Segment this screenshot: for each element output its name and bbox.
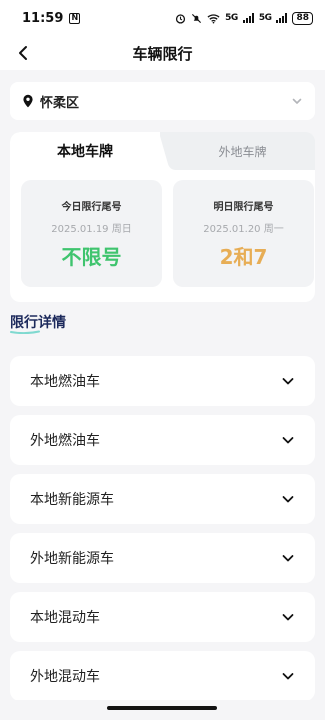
chevron-down-icon	[282, 673, 294, 680]
tomorrow-date: 2025.01.20 周一	[203, 224, 284, 235]
district-name: 怀柔区	[40, 95, 80, 111]
back-button[interactable]	[10, 40, 36, 66]
detail-item-foreign-ev[interactable]: 外地新能源车	[10, 533, 315, 583]
details-section-title: 限行详情	[10, 315, 66, 331]
home-indicator[interactable]	[107, 706, 217, 710]
location-pin-icon	[23, 94, 33, 108]
page-title: 车辆限行	[132, 44, 193, 63]
detail-item-label: 本地混动车	[30, 610, 100, 626]
signal-5g-label-1: 5G	[225, 13, 238, 23]
detail-item-label: 外地新能源车	[30, 551, 114, 567]
plate-body: 今日限行尾号 2025.01.19 周日 不限号 明日限行尾号 2025.01.…	[10, 170, 315, 302]
signal-bars-icon	[276, 13, 288, 23]
chevron-down-icon	[292, 98, 302, 104]
today-label: 今日限行尾号	[61, 202, 122, 213]
chevron-down-icon	[282, 437, 294, 444]
signal-5g-label-2: 5G	[258, 13, 272, 23]
today-value: 不限号	[61, 245, 122, 269]
tab-local-plate[interactable]: 本地车牌	[10, 132, 160, 170]
chevron-down-icon	[282, 378, 294, 385]
chevron-down-icon	[282, 555, 294, 562]
tomorrow-label: 明日限行尾号	[213, 202, 274, 213]
battery-icon: 88	[292, 11, 313, 25]
alarm-icon	[176, 13, 186, 24]
detail-item-label: 外地混动车	[30, 669, 100, 685]
tab-foreign-plate[interactable]: 外地车牌	[170, 132, 315, 170]
plate-card: 本地车牌 外地车牌 今日限行尾号 2025.01.19 周日 不限号 明日限行尾…	[10, 132, 315, 302]
status-left: 11:59 N	[22, 10, 81, 26]
detail-item-foreign-hybrid[interactable]: 外地混动车	[10, 651, 315, 701]
district-selector[interactable]: 怀柔区	[10, 82, 315, 120]
detail-item-local-fuel[interactable]: 本地燃油车	[10, 356, 315, 406]
chevron-left-icon	[19, 46, 27, 60]
detail-item-local-hybrid[interactable]: 本地混动车	[10, 592, 315, 642]
chevron-down-icon	[282, 614, 294, 621]
tomorrow-value: 2和7	[219, 245, 268, 269]
status-right: 5G 5G 88	[175, 11, 313, 25]
nav-bar: 车辆限行	[0, 36, 325, 70]
detail-item-local-ev[interactable]: 本地新能源车	[10, 474, 315, 524]
today-date: 2025.01.19 周日	[51, 224, 132, 235]
detail-item-foreign-fuel[interactable]: 外地燃油车	[10, 415, 315, 465]
today-restriction-box: 今日限行尾号 2025.01.19 周日 不限号	[21, 180, 162, 287]
tomorrow-restriction-box: 明日限行尾号 2025.01.20 周一 2和7	[173, 180, 314, 287]
detail-item-label: 外地燃油车	[30, 433, 100, 449]
status-bar: 11:59 N 5G 5G 88	[0, 0, 325, 36]
mute-icon	[192, 13, 202, 23]
detail-item-label: 本地新能源车	[30, 492, 114, 508]
bottom-strip	[0, 700, 325, 720]
nfc-icon: N	[69, 12, 81, 24]
status-time: 11:59	[22, 10, 64, 26]
signal-bars-icon	[242, 13, 254, 23]
wifi-icon	[207, 13, 220, 24]
detail-item-label: 本地燃油车	[30, 374, 100, 390]
chevron-down-icon	[282, 496, 294, 503]
section-underline	[10, 330, 40, 334]
